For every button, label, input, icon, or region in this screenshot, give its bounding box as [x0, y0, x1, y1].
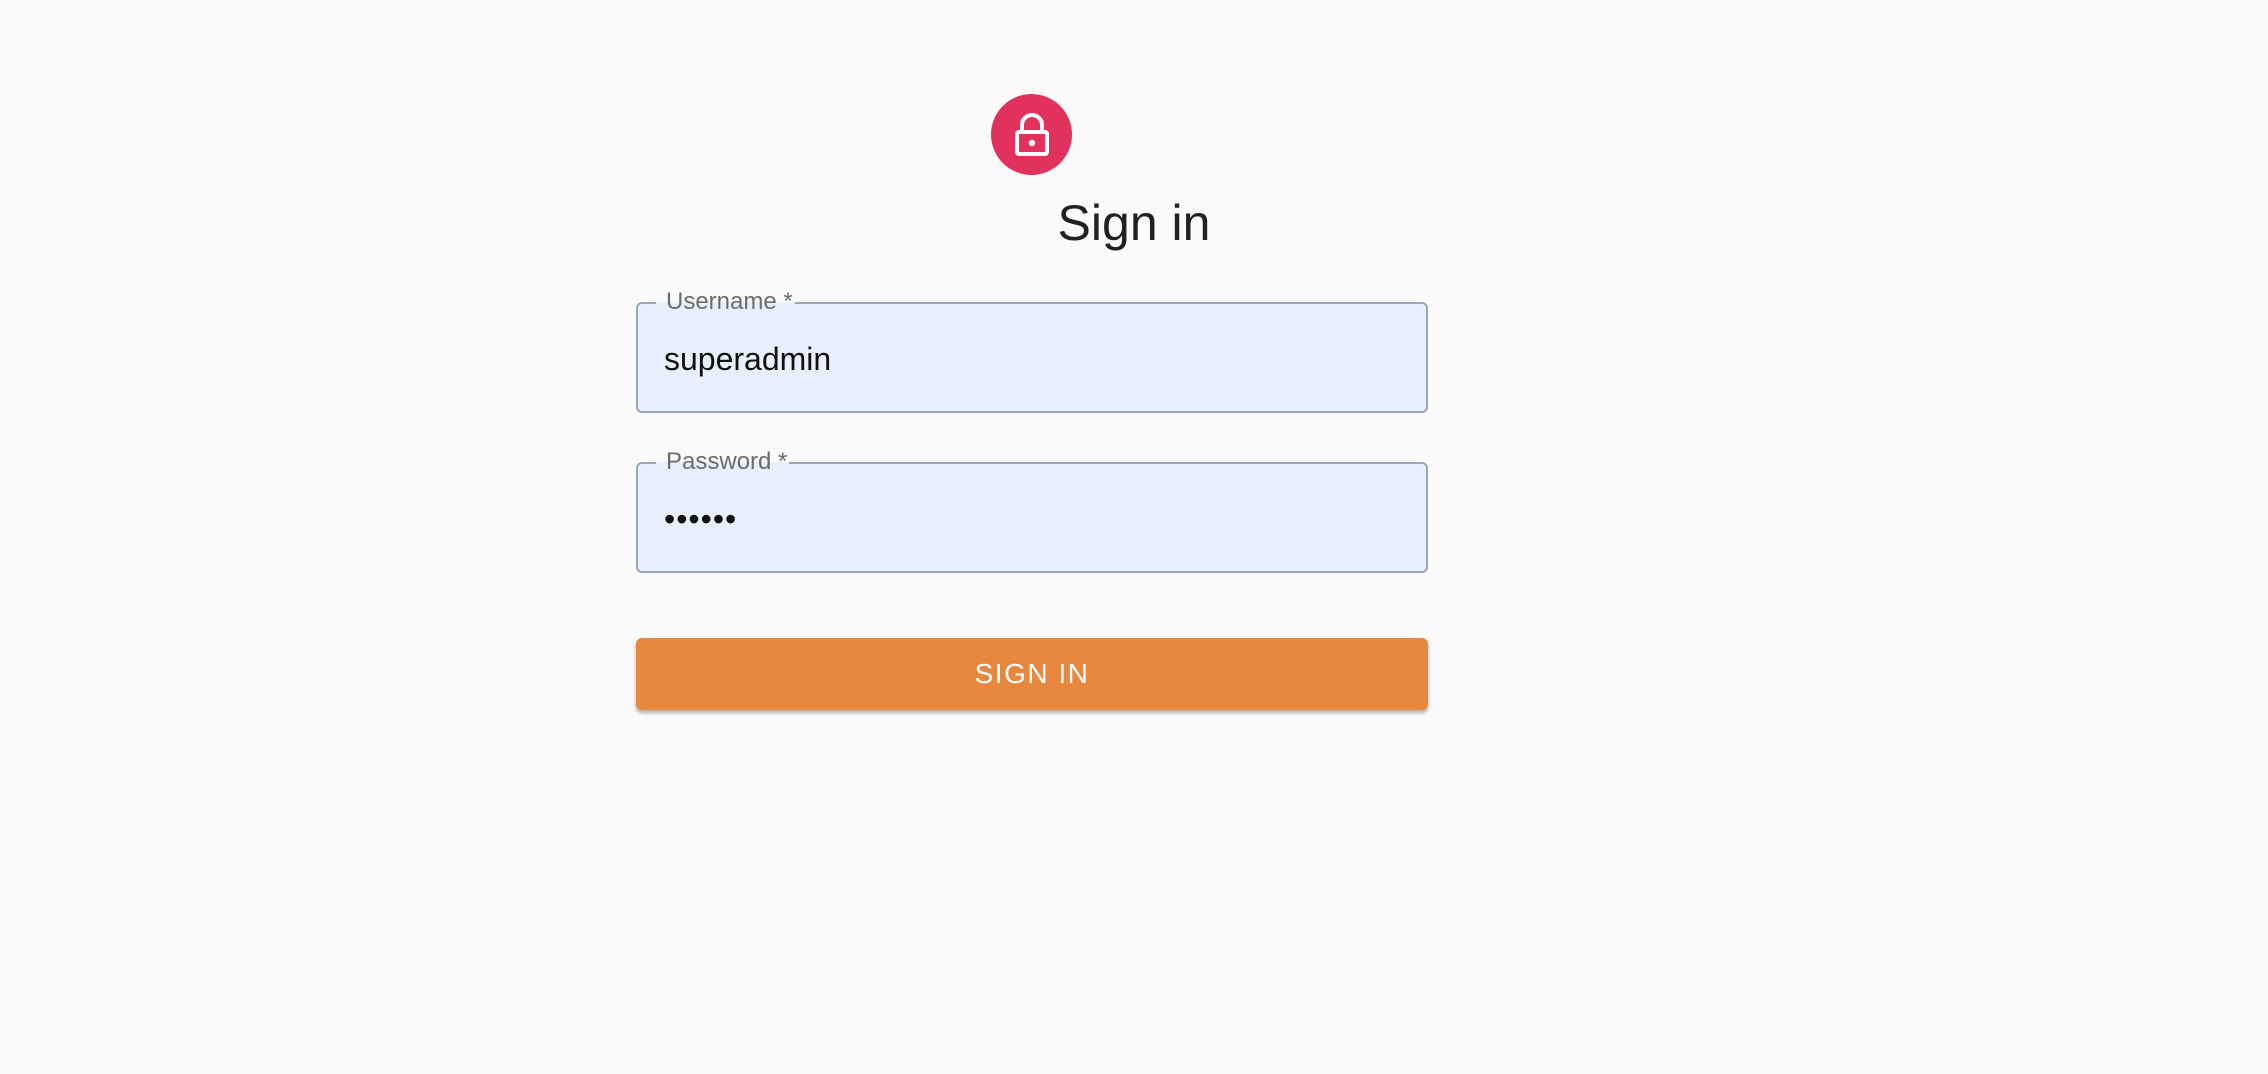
- username-field[interactable]: Username * Username *: [636, 288, 1428, 413]
- sign-in-button[interactable]: SIGN IN: [636, 638, 1428, 710]
- sign-in-page: Sign in Username * Username * Password *…: [0, 0, 2268, 1074]
- password-field[interactable]: Password * Password *: [636, 448, 1428, 573]
- password-label: Password *: [664, 448, 790, 476]
- username-label: Username *: [664, 288, 795, 316]
- lock-icon: [1012, 112, 1052, 157]
- page-title: Sign in: [1057, 195, 1211, 251]
- username-input[interactable]: [664, 334, 1394, 384]
- avatar: [991, 94, 1072, 175]
- password-input[interactable]: [664, 494, 1394, 544]
